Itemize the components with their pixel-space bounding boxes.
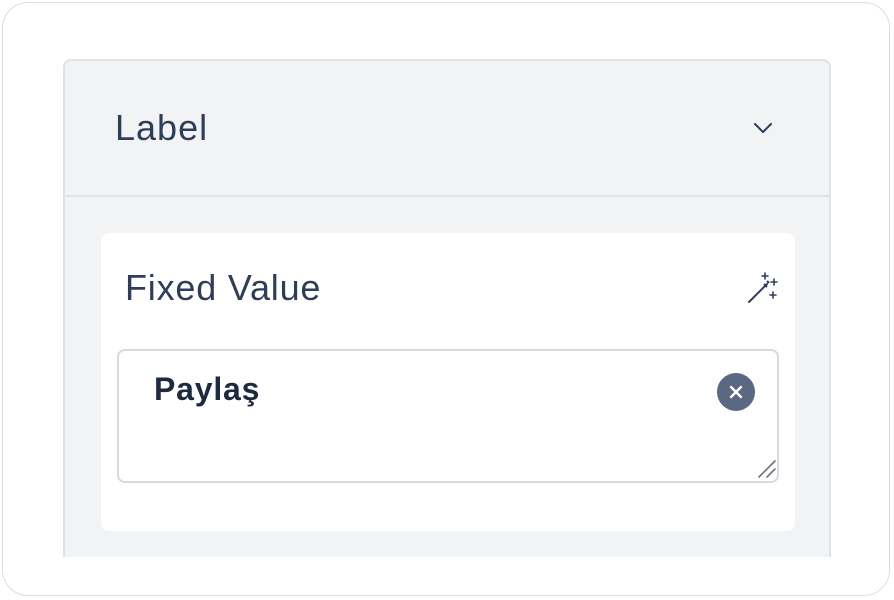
fixed-value-card: Fixed Value Paylaş — [101, 233, 795, 531]
fixed-value-input[interactable]: Paylaş — [117, 349, 779, 483]
clear-button[interactable] — [717, 373, 755, 411]
label-panel: Label Fixed Value Paylaş — [63, 59, 831, 557]
label-section-header[interactable]: Label — [65, 61, 829, 197]
screenshot-frame: Label Fixed Value Paylaş — [2, 2, 890, 596]
magic-wand-icon[interactable] — [745, 271, 779, 305]
clear-icon — [729, 385, 743, 399]
input-value: Paylaş — [154, 371, 261, 407]
resize-handle-icon[interactable] — [755, 457, 777, 479]
section-title: Label — [115, 107, 209, 148]
card-title: Fixed Value — [125, 267, 322, 308]
chevron-down-icon[interactable] — [753, 121, 773, 135]
